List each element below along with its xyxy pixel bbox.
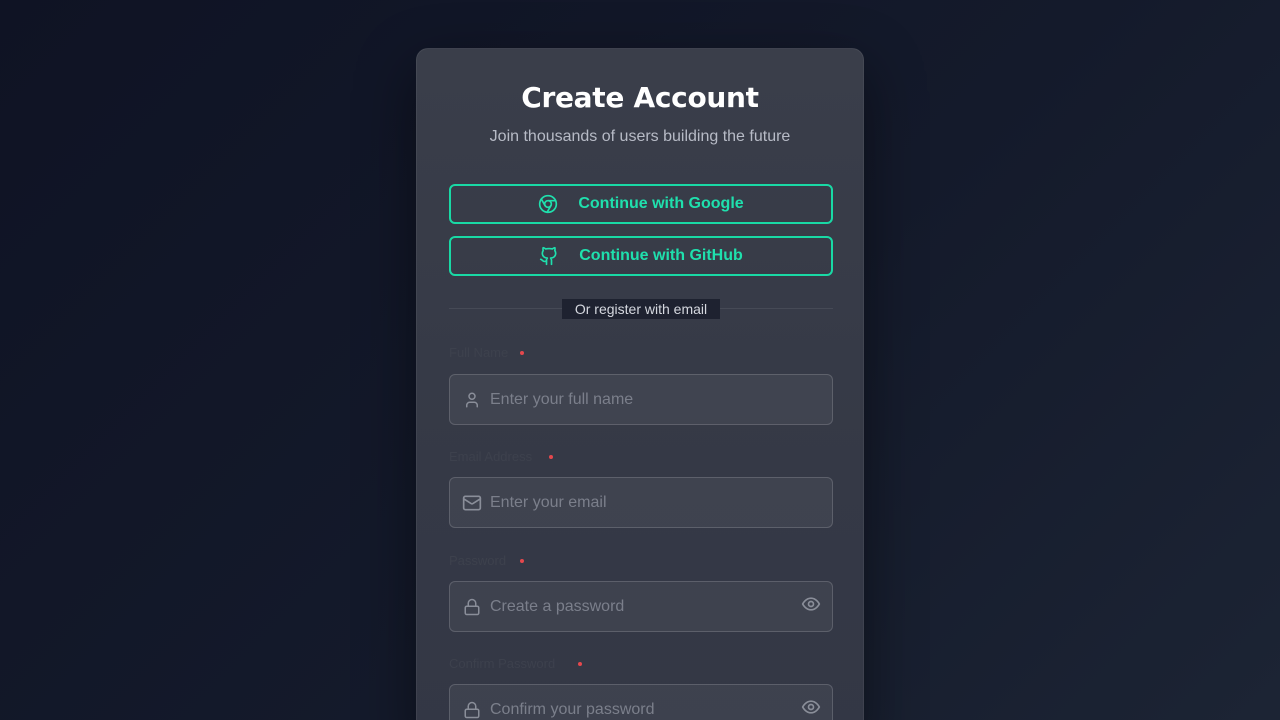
password-label: Password: [449, 553, 507, 568]
required-indicator: [520, 559, 524, 563]
confirm-password-field: [449, 684, 833, 720]
chrome-icon: [538, 194, 558, 214]
email-field: [449, 477, 833, 528]
full-name-label: Full Name: [449, 345, 509, 360]
google-signin-label: Continue with Google: [578, 195, 744, 212]
confirm-password-input[interactable]: [490, 685, 790, 720]
mail-icon: [462, 493, 482, 513]
github-signin-button[interactable]: Continue with GitHub: [449, 236, 833, 276]
github-signin-label: Continue with GitHub: [579, 247, 743, 264]
password-input[interactable]: [490, 582, 790, 631]
divider-label: Or register with email: [562, 299, 720, 319]
password-field: [449, 581, 833, 632]
lock-icon: [462, 597, 482, 617]
user-icon: [462, 390, 482, 410]
confirm-password-label: Confirm Password: [449, 656, 556, 671]
github-icon: [539, 246, 559, 266]
google-signin-button[interactable]: Continue with Google: [449, 184, 833, 224]
eye-icon[interactable]: [800, 593, 822, 615]
eye-icon[interactable]: [800, 696, 822, 718]
lock-icon: [462, 700, 482, 720]
full-name-input[interactable]: [490, 375, 790, 424]
full-name-field: [449, 374, 833, 425]
email-input[interactable]: [490, 478, 790, 527]
page-title: Create Account: [521, 81, 759, 114]
email-label: Email Address: [449, 449, 533, 464]
signup-card: Create Account Join thousands of users b…: [416, 48, 864, 720]
required-indicator: [520, 351, 524, 355]
required-indicator: [549, 455, 553, 459]
required-indicator: [578, 662, 582, 666]
page-subtitle: Join thousands of users building the fut…: [489, 128, 791, 145]
